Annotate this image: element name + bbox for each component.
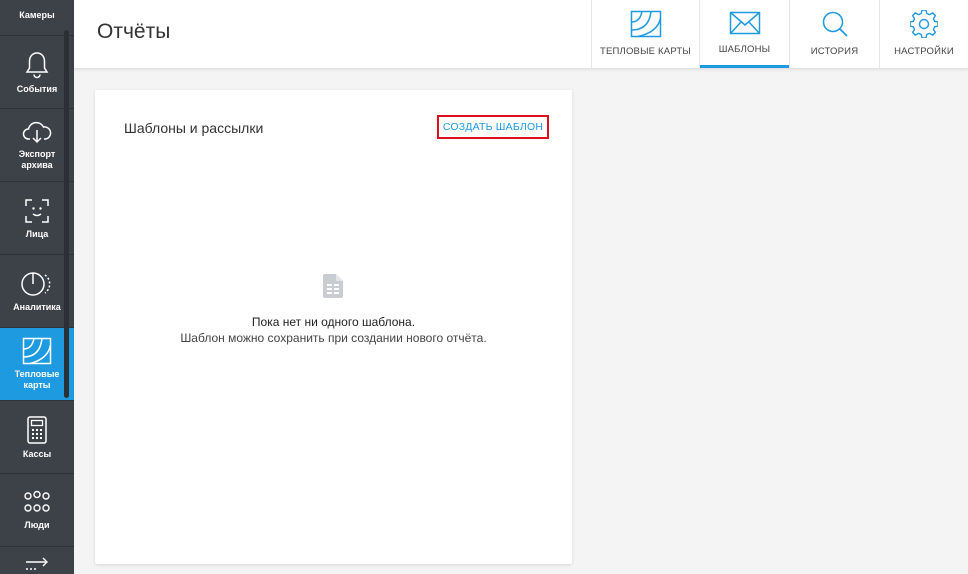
tab-heatmaps[interactable]: ТЕПЛОВЫЕ КАРТЫ [591,0,699,68]
sidebar-item-label: Лица [25,228,49,239]
tab-label: НАСТРОЙКИ [894,46,954,57]
sidebar-item-cameras[interactable]: Камеры [0,0,74,36]
tab-label: ТЕПЛОВЫЕ КАРТЫ [599,46,692,57]
sidebar-item-label: Люди [24,519,50,530]
empty-state-title: Пока нет ни одного шаблона. [251,315,416,329]
templates-card: Шаблоны и рассылки СОЗДАТЬ ШАБЛОН Пока н… [95,90,572,564]
empty-state-subtitle: Шаблон можно сохранить при создании ново… [180,331,487,345]
sidebar-item-people[interactable]: Люди [0,474,74,547]
analytics-circle-icon [21,271,51,296]
sidebar-item-label: Тепловые карты [14,369,60,390]
tab-label: ИСТОРИЯ [810,46,859,57]
heatmap-icon [630,10,661,38]
sidebar-item-analytics[interactable]: Аналитика [0,255,74,328]
create-template-button[interactable]: СОЗДАТЬ ШАБЛОН [437,115,549,139]
heatmap-icon [22,337,52,365]
sidebar-scrollbar[interactable] [64,30,69,398]
sidebar-item-label: События [16,83,58,94]
cloud-download-icon [22,121,52,144]
tab-label: ШАБЛОНЫ [718,44,771,55]
sidebar-item-more[interactable] [0,547,74,574]
sidebar-item-label: Аналитика [13,301,61,312]
people-icon [24,490,50,512]
report-tabs: ТЕПЛОВЫЕ КАРТЫ ШАБЛОНЫ ИСТОРИЯ НАСТРОЙКИ [591,0,968,68]
card-title: Шаблоны и рассылки [124,120,264,136]
tab-settings[interactable]: НАСТРОЙКИ [879,0,968,68]
sidebar-item-export-archive[interactable]: Экспорт архива [0,109,74,182]
tab-templates[interactable]: ШАБЛОНЫ [699,0,789,68]
gear-icon [910,10,938,38]
sidebar-item-label: Камеры [19,10,55,20]
face-frame-icon [25,198,49,223]
cash-register-icon [27,415,47,444]
sidebar-item-cash-registers[interactable]: Кассы [0,401,74,474]
sidebar-item-heatmaps[interactable]: Тепловые карты [0,328,74,401]
sidebar-item-faces[interactable]: Лица [0,182,74,255]
sidebar-item-label: Кассы [22,448,52,459]
bell-icon [25,51,49,78]
arrows-icon [26,557,48,570]
tab-history[interactable]: ИСТОРИЯ [789,0,879,68]
sidebar-item-label: Экспорт архива [18,149,56,170]
sidebar-item-events[interactable]: События [0,36,74,109]
search-icon [822,11,848,37]
sidebar: Камеры События Экспорт архива Лица Анали… [0,0,74,574]
top-header: Отчёты ТЕПЛОВЫЕ КАРТЫ ШАБЛОНЫ ИСТОРИЯ НА… [74,0,968,69]
envelope-icon [729,11,760,35]
spreadsheet-document-icon [323,274,343,298]
page-title: Отчёты [97,20,171,43]
